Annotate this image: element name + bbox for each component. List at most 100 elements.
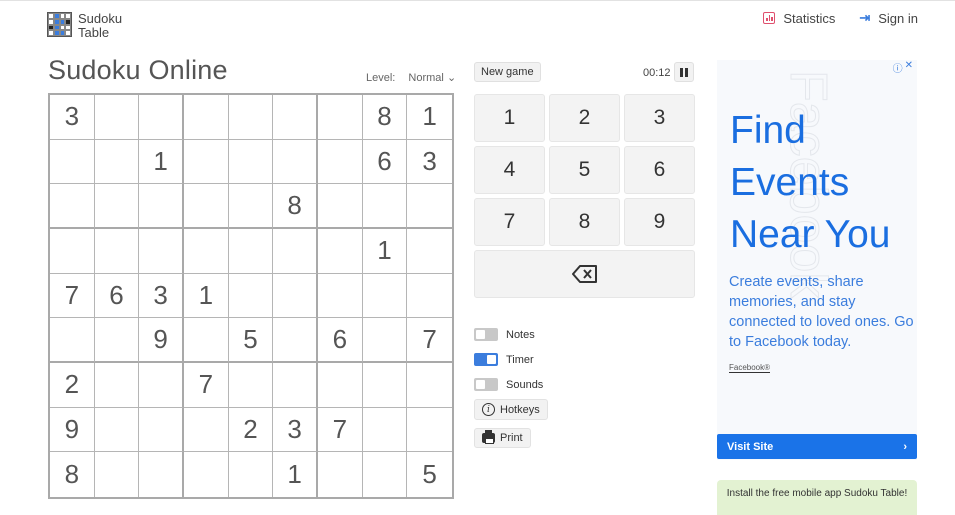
board-cell[interactable] bbox=[407, 184, 452, 229]
board-cell[interactable] bbox=[139, 184, 184, 229]
hotkeys-button[interactable]: i Hotkeys bbox=[474, 399, 548, 420]
timer-toggle[interactable] bbox=[474, 353, 498, 366]
board-cell[interactable]: 7 bbox=[407, 318, 452, 363]
ad-brand-link[interactable]: Facebook® bbox=[729, 363, 771, 373]
board-cell[interactable]: 1 bbox=[362, 229, 408, 274]
board-cell[interactable] bbox=[273, 318, 318, 363]
level-selector[interactable]: Level: Normal ⌄ bbox=[366, 71, 456, 84]
board-cell[interactable] bbox=[407, 408, 452, 453]
board-cell[interactable]: 5 bbox=[407, 452, 452, 497]
new-game-button[interactable]: New game bbox=[474, 62, 541, 82]
board-cell[interactable] bbox=[139, 95, 184, 140]
board-cell[interactable]: 1 bbox=[273, 452, 318, 497]
key-2[interactable]: 2 bbox=[549, 94, 620, 142]
sounds-toggle[interactable] bbox=[474, 378, 498, 391]
board-cell[interactable] bbox=[318, 95, 363, 140]
advertisement[interactable]: Facebook ⓘ ✕ Find Events Near You Create… bbox=[717, 60, 917, 460]
board-cell[interactable] bbox=[94, 407, 140, 453]
board-cell[interactable] bbox=[363, 452, 408, 497]
board-cell[interactable]: 6 bbox=[94, 273, 140, 319]
key-4[interactable]: 4 bbox=[474, 146, 545, 194]
key-1[interactable]: 1 bbox=[474, 94, 545, 142]
board-cell[interactable] bbox=[318, 184, 363, 229]
board-cell[interactable] bbox=[273, 363, 318, 408]
board-cell[interactable] bbox=[94, 139, 140, 185]
visit-site-button[interactable]: Visit Site › bbox=[717, 434, 917, 459]
board-cell[interactable]: 8 bbox=[50, 452, 95, 497]
board-cell[interactable] bbox=[362, 407, 408, 453]
key-7[interactable]: 7 bbox=[474, 198, 545, 246]
board-cell[interactable]: 8 bbox=[362, 95, 408, 140]
board-cell[interactable] bbox=[318, 273, 363, 319]
sign-in-link[interactable]: ⇥ Sign in bbox=[859, 10, 918, 26]
board-cell[interactable]: 6 bbox=[362, 139, 408, 185]
key-5[interactable]: 5 bbox=[549, 146, 620, 194]
ad-controls[interactable]: ⓘ ✕ bbox=[893, 60, 913, 75]
board-cell[interactable]: 2 bbox=[228, 407, 274, 453]
board-cell[interactable] bbox=[94, 95, 140, 140]
ad-info-icon[interactable]: ⓘ bbox=[893, 60, 903, 75]
board-cell[interactable] bbox=[94, 363, 140, 408]
board-cell[interactable] bbox=[184, 407, 229, 453]
board-cell[interactable] bbox=[228, 95, 274, 140]
board-cell[interactable] bbox=[318, 452, 363, 497]
board-cell[interactable]: 3 bbox=[407, 140, 452, 185]
board-cell[interactable] bbox=[273, 139, 318, 185]
board-cell[interactable] bbox=[273, 273, 318, 319]
board-cell[interactable]: 3 bbox=[139, 273, 184, 319]
board-cell[interactable]: 7 bbox=[50, 273, 95, 319]
board-cell[interactable] bbox=[184, 318, 229, 363]
site-logo[interactable]: Sudoku Table bbox=[47, 12, 122, 40]
board-cell[interactable] bbox=[362, 184, 408, 229]
board-cell[interactable] bbox=[228, 229, 274, 274]
board-cell[interactable]: 2 bbox=[50, 363, 95, 408]
board-cell[interactable]: 7 bbox=[318, 407, 363, 453]
board-cell[interactable] bbox=[318, 229, 363, 274]
print-button[interactable]: Print bbox=[474, 427, 531, 448]
board-cell[interactable] bbox=[95, 452, 140, 497]
board-cell[interactable] bbox=[184, 184, 229, 229]
board-cell[interactable]: 9 bbox=[50, 407, 95, 453]
key-9[interactable]: 9 bbox=[624, 198, 695, 246]
board-cell[interactable] bbox=[139, 363, 184, 408]
board-cell[interactable] bbox=[184, 139, 229, 185]
board-cell[interactable] bbox=[318, 363, 363, 408]
board-cell[interactable] bbox=[228, 273, 274, 319]
board-cell[interactable] bbox=[184, 452, 229, 497]
board-cell[interactable] bbox=[139, 229, 184, 274]
board-cell[interactable] bbox=[94, 184, 140, 229]
ad-close-icon[interactable]: ✕ bbox=[905, 60, 913, 75]
level-dropdown[interactable]: Normal ⌄ bbox=[408, 72, 456, 84]
key-6[interactable]: 6 bbox=[624, 146, 695, 194]
board-cell[interactable] bbox=[50, 229, 95, 274]
board-cell[interactable]: 6 bbox=[318, 318, 363, 363]
board-cell[interactable]: 5 bbox=[228, 318, 274, 363]
board-cell[interactable] bbox=[139, 407, 184, 453]
board-cell[interactable] bbox=[407, 274, 452, 319]
statistics-link[interactable]: Statistics bbox=[763, 10, 835, 26]
board-cell[interactable]: 9 bbox=[139, 318, 184, 363]
board-cell[interactable] bbox=[228, 184, 274, 229]
board-cell[interactable] bbox=[94, 229, 140, 274]
key-8[interactable]: 8 bbox=[549, 198, 620, 246]
pause-button[interactable] bbox=[674, 62, 694, 82]
board-cell[interactable] bbox=[228, 139, 274, 185]
notes-toggle[interactable] bbox=[474, 328, 498, 341]
board-cell[interactable]: 3 bbox=[273, 407, 318, 453]
board-cell[interactable] bbox=[407, 229, 452, 274]
board-cell[interactable] bbox=[94, 318, 140, 363]
key-3[interactable]: 3 bbox=[624, 94, 695, 142]
board-cell[interactable] bbox=[273, 95, 318, 140]
board-cell[interactable] bbox=[362, 363, 408, 408]
board-cell[interactable]: 1 bbox=[407, 95, 452, 140]
board-cell[interactable] bbox=[362, 273, 408, 319]
board-cell[interactable]: 1 bbox=[139, 139, 184, 185]
board-cell[interactable]: 7 bbox=[184, 363, 229, 408]
board-cell[interactable] bbox=[407, 363, 452, 408]
board-cell[interactable] bbox=[50, 139, 95, 185]
board-cell[interactable] bbox=[229, 452, 274, 497]
board-cell[interactable] bbox=[273, 229, 318, 274]
board-cell[interactable] bbox=[50, 184, 95, 229]
board-cell[interactable] bbox=[228, 363, 274, 408]
board-cell[interactable] bbox=[139, 452, 184, 497]
